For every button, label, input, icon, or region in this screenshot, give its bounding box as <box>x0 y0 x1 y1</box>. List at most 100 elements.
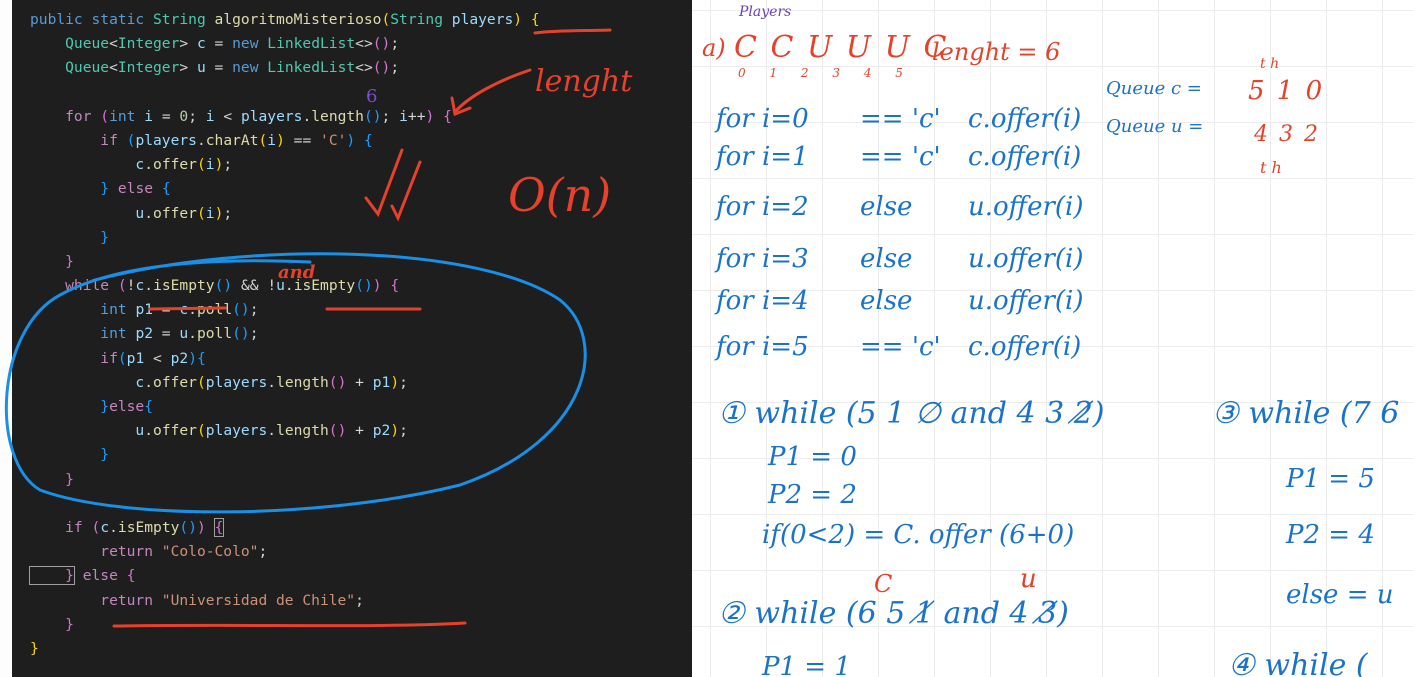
code-token: c <box>100 518 110 536</box>
code-line: Queue<Integer> u = new LinkedList<>(); <box>30 56 540 80</box>
code-token: int <box>30 325 136 343</box>
while-step-4: ④ while ( <box>1228 648 1368 677</box>
code-token: String <box>390 11 452 28</box>
loop-trace-cell: c.offer(i) <box>968 142 1082 172</box>
code-token: } <box>30 639 39 657</box>
code-line: if (players.charAt(i) == 'C') { <box>30 129 540 153</box>
annotation-and: and <box>278 262 316 283</box>
code-line: } else { <box>29 564 540 588</box>
code-token: ; <box>390 35 400 53</box>
code-token: players <box>240 107 303 125</box>
code-line: public static String algoritmoMisterioso… <box>30 8 540 32</box>
annotation-six: 6 <box>366 86 378 107</box>
code-token: "Universidad de Chile" <box>161 591 356 609</box>
code-token: Queue <box>30 59 110 77</box>
code-line: c.offer(i); <box>30 153 540 177</box>
loop-trace-cell: else <box>860 192 913 222</box>
code-token: . <box>144 204 154 222</box>
code-token: c <box>30 373 145 391</box>
code-token: () <box>328 373 347 391</box>
part-a-label: a) <box>702 34 726 62</box>
code-token: { <box>530 11 540 28</box>
code-token: i <box>144 107 154 125</box>
code-token: == <box>284 131 321 149</box>
code-token: . <box>144 373 154 391</box>
code-token: 0 <box>179 107 189 125</box>
code-token: () <box>372 59 391 77</box>
code-token: } <box>30 470 74 488</box>
code-token: < <box>109 59 118 77</box>
code-token: . <box>188 325 197 343</box>
while-step-3-else: else = u <box>1286 580 1394 610</box>
loop-trace-cell: == 'c' <box>860 104 941 134</box>
code-token: ( <box>381 11 391 28</box>
code-line: u.offer(i); <box>30 202 540 226</box>
code-token: offer <box>153 422 197 440</box>
code-token: () <box>328 422 347 440</box>
code-token: ; <box>399 373 408 391</box>
code-token: { <box>390 277 400 295</box>
code-token: <> <box>355 59 373 77</box>
code-token: { <box>363 131 373 149</box>
code-token: i <box>205 107 215 125</box>
code-token: offer <box>153 204 197 222</box>
code-token: ; <box>249 301 259 319</box>
code-token: ++ <box>407 107 426 125</box>
code-token: players <box>451 11 514 28</box>
code-token: isEmpty <box>117 518 180 536</box>
code-token: } <box>30 252 74 270</box>
code-token: ) <box>372 277 391 295</box>
loop-trace-cell: for i=5 <box>716 332 809 362</box>
code-token: ! <box>267 277 277 295</box>
code-token: c <box>135 277 145 295</box>
code-token: while <box>30 277 118 295</box>
loop-trace-cell: for i=3 <box>716 244 809 274</box>
code-token: poll <box>196 325 233 343</box>
code-token: ( <box>117 277 127 295</box>
code-token: i <box>267 131 277 149</box>
code-token: () <box>179 518 197 536</box>
lenght-equation: lenght = 6 <box>932 38 1061 66</box>
code-token: () <box>214 277 233 295</box>
code-token: . <box>267 422 277 440</box>
while-step-2-u-mark: u <box>1020 564 1037 594</box>
code-token: () <box>232 325 250 343</box>
code-token: ( <box>196 204 206 222</box>
code-token: } <box>30 180 118 198</box>
code-token: int <box>30 301 136 319</box>
code-token: } <box>30 615 74 633</box>
code-token: ( <box>196 156 206 174</box>
code-token: poll <box>196 301 233 319</box>
code-token: ) <box>513 11 531 28</box>
code-line: return "Colo-Colo"; <box>30 540 540 564</box>
queue-c-label: Queue c = <box>1106 78 1202 99</box>
code-token: players <box>135 131 197 149</box>
loop-trace-cell: else <box>860 244 913 274</box>
code-token: ( <box>91 518 101 536</box>
code-token: u <box>30 204 145 222</box>
while-step-1: ① while (5 1 ∅ and 4 3 2̸) <box>718 396 1105 431</box>
loop-trace-cell: for i=2 <box>716 192 809 222</box>
code-token: ; <box>223 204 233 222</box>
loop-trace-cell: == 'c' <box>860 332 941 362</box>
code-token: p2 <box>170 349 189 367</box>
code-token: LinkedList <box>267 35 356 53</box>
code-token: ) <box>197 518 215 536</box>
code-token: ( <box>100 107 110 125</box>
code-token: + <box>346 422 373 440</box>
code-token: < <box>144 349 171 367</box>
code-token: return <box>30 591 162 609</box>
head-tail-bottom: t h <box>1260 158 1282 177</box>
code-token: if <box>30 349 118 367</box>
code-token: > <box>179 59 197 77</box>
code-token: else <box>117 180 162 198</box>
while-step-2-p1: P1 = 1 <box>762 652 851 677</box>
code-line: } <box>30 637 540 661</box>
queue-u-values: 4 3 2 <box>1254 122 1320 147</box>
code-token: ; <box>258 543 268 561</box>
code-token: < <box>109 35 118 53</box>
code-token: + <box>346 373 373 391</box>
code-token: { <box>126 567 136 585</box>
code-token: LinkedList <box>267 59 356 77</box>
code-token: ; <box>223 156 233 174</box>
